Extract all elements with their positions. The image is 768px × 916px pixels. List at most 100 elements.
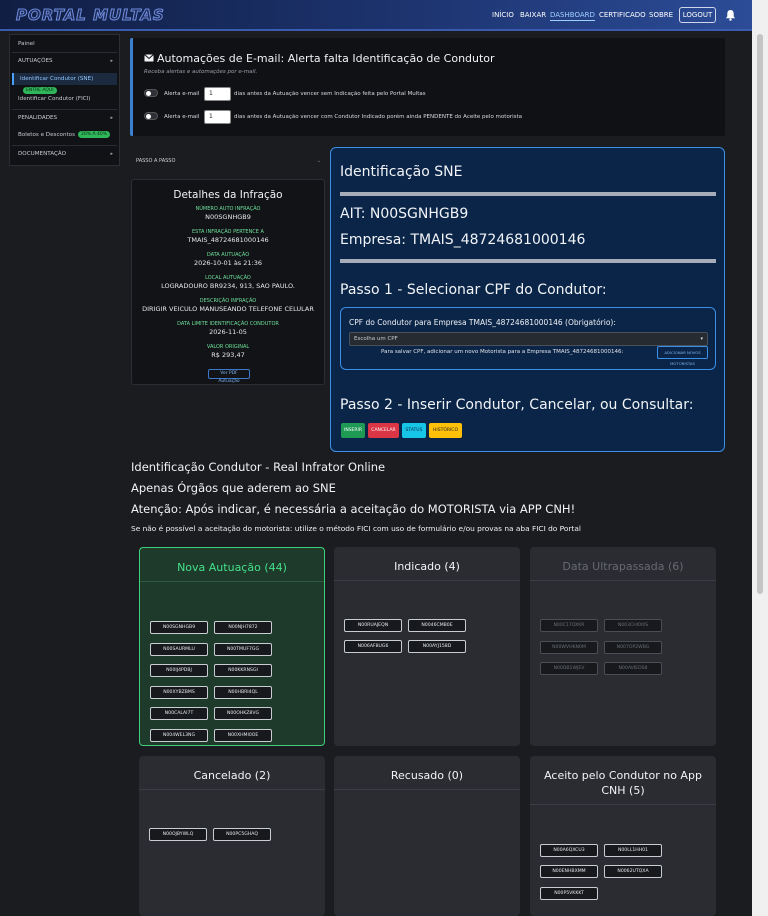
passo-a-passo-accordion[interactable]: PASSO A PASSO ⌄	[131, 153, 325, 169]
ait-chip[interactable]: N003CHI0I0S	[604, 619, 662, 632]
nav-link-dashboard[interactable]: DASHBOARD	[550, 11, 595, 21]
cpf-label: CPF do Condutor para Empresa TMAIS_48724…	[349, 318, 616, 327]
sidebar-item-label: PENALIDADES	[18, 115, 58, 121]
scrollbar-thumb[interactable]	[757, 34, 763, 594]
cancelar-button[interactable]: CANCELAR	[368, 423, 399, 438]
logout-button[interactable]: LOGOUT	[679, 7, 716, 23]
field-value: DIRIGIR VEICULO MANUSEANDO TELEFONE CELU…	[142, 305, 314, 313]
nav-link-certificado[interactable]: CERTIFICADO	[599, 11, 646, 19]
ait-chip[interactable]: N00XYBZBMS	[150, 686, 208, 699]
field-label: VALOR ORIGINAL	[206, 344, 250, 350]
sidebar-item-identificar-sne[interactable]: Identificar Condutor (SNE)ENTRE AQUI	[12, 73, 117, 94]
ait-chip[interactable]: N00XHMI0OE	[214, 729, 272, 742]
card-nova-autuacao[interactable]: Nova Autuação (44) N00SGNHGB9 N00NJH7872…	[139, 547, 325, 746]
card-title: Cancelado (2)	[193, 769, 271, 782]
ait-chip[interactable]: N00HBRI4QL	[214, 686, 272, 699]
ait-chip[interactable]: N00AVIEDS8	[604, 662, 662, 675]
card-indicado[interactable]: Indicado (4) N00RUAJEQN N0046CMB0E N006A…	[334, 547, 520, 746]
ait-chip[interactable]: N007OP2WBG	[604, 641, 662, 654]
ait-chip[interactable]: N00TMUF7GG	[214, 643, 272, 656]
status-button[interactable]: STATUS	[402, 423, 426, 438]
sidebar-item-autuacoes[interactable]: AUTUAÇÕES ▸	[12, 55, 117, 67]
sne-title: Identificação SNE	[340, 164, 463, 180]
field-label: DATA AUTUAÇÃO	[206, 252, 250, 258]
ait-chip[interactable]: N00PC5GHAQ	[213, 828, 271, 841]
ait-chip[interactable]: N00KKRNSGI	[214, 664, 272, 677]
bell-icon[interactable]	[725, 9, 736, 21]
brand-logo[interactable]: PORTAL MULTAS	[16, 6, 165, 25]
field-label: DATA LIMITE IDENTIFICAÇÃO CONDUTOR	[177, 321, 279, 327]
ait-chip[interactable]: N00OHKZ8VG	[214, 707, 272, 720]
ait-chip[interactable]: N00SAURMLU	[150, 643, 208, 656]
ait-chip[interactable]: N00NJH7872	[214, 621, 272, 634]
card-title: Nova Autuação (44)	[177, 561, 287, 574]
sidebar-divider	[12, 145, 117, 146]
ait-chip[interactable]: N00AYJ158D	[408, 640, 466, 653]
sidebar-item-boletos[interactable]: Boletos e Descontos 20% A 40%	[12, 129, 117, 141]
ait-chip[interactable]: N00WVHKN0M	[540, 641, 598, 654]
ait-chip[interactable]: N0062UTQXA	[604, 865, 662, 878]
card-aceito-app-cnh[interactable]: Aceito pelo Condutor no App CNH (5) N00A…	[530, 756, 716, 916]
alert-toggle[interactable]	[144, 112, 158, 120]
ait-chip[interactable]: N00OJBYWLQ	[149, 828, 207, 841]
sidebar-badge: 20% A 40%	[78, 131, 110, 138]
ait-chip[interactable]: N004WEL3NG	[150, 729, 208, 742]
view-pdf-button[interactable]: Ver PDF Autuação	[208, 369, 250, 384]
ait-chip[interactable]: N00P5VKKKT	[540, 887, 598, 900]
add-motoristas-button[interactable]: ADICIONAR NOVOS MOTORISTAS	[657, 346, 708, 366]
card-data-ultrapassada[interactable]: Data Ultrapassada (6) N00C17OXKR N003CHI…	[530, 547, 716, 746]
ait-chip[interactable]: N00ENHBXMM	[540, 865, 598, 878]
ait-chip[interactable]: N00DB1WJEV	[540, 662, 598, 675]
cpf-select[interactable]: Escolha um CPF ▾	[349, 332, 708, 346]
ait-chip[interactable]: N00SGNHGB9	[150, 621, 208, 634]
inserir-button[interactable]: INSERIR	[341, 423, 365, 438]
sidebar-item-painel[interactable]: Painel	[12, 38, 117, 50]
ait-chip[interactable]: N00LL1HH01	[604, 844, 662, 857]
card-cancelado[interactable]: Cancelado (2) N00OJBYWLQ N00PC5GHAQ	[139, 756, 325, 916]
ait-number: AIT: N00SGNHGB9	[340, 206, 469, 222]
alert-label: Alerta e-mail	[164, 91, 200, 97]
nav-link-baixar[interactable]: BAIXAR	[520, 11, 546, 19]
ait-chip[interactable]: N00A6QXCU3	[540, 844, 598, 857]
cpf-select-value: Escolha um CPF	[354, 336, 398, 342]
field-label: NÚMERO AUTO INFRAÇÃO	[195, 206, 261, 212]
page-scrollbar[interactable]	[752, 0, 768, 916]
sidebar-item-identificar-fici[interactable]: Identificar Condutor (FICI)	[12, 93, 117, 105]
ait-chip[interactable]: N00CALAI7T	[150, 707, 208, 720]
alert-days-input[interactable]: 1	[204, 110, 231, 124]
field-value: 2026-11-05	[209, 328, 247, 336]
field-value: 2026-10-01 às 21:36	[193, 259, 262, 267]
sidebar-item-penalidades[interactable]: PENALIDADES ▸	[12, 112, 117, 124]
card-divider	[334, 789, 520, 790]
passo2-heading: Passo 2 - Inserir Condutor, Cancelar, ou…	[340, 397, 694, 413]
caret-down-icon: ▾	[700, 336, 703, 342]
card-divider	[530, 580, 716, 581]
sidebar-item-label: Identificar Condutor (SNE)	[20, 76, 94, 82]
info-atencao: Atenção: Após indicar, é necessária a ac…	[131, 502, 576, 516]
nav-link-inicio[interactable]: INÍCIO	[492, 11, 514, 19]
card-recusado[interactable]: Recusado (0)	[334, 756, 520, 916]
passo1-heading: Passo 1 - Selecionar CPF do Condutor:	[340, 282, 607, 298]
ait-chip[interactable]: N0046CMB0E	[408, 619, 466, 632]
alert-toggle[interactable]	[144, 89, 158, 97]
card-divider	[530, 804, 716, 805]
divider	[340, 192, 716, 196]
ait-chip[interactable]: N00C17OXKR	[540, 619, 598, 632]
field-value: TMAIS_48724681000146	[187, 236, 269, 244]
nav-link-sobre[interactable]: SOBRE	[649, 11, 673, 19]
card-title: Data Ultrapassada (6)	[562, 560, 684, 573]
info-orgaos: Apenas Órgãos que aderem ao SNE	[131, 481, 336, 495]
sidebar-item-label: DOCUMENTAÇÃO	[18, 151, 67, 157]
sidebar-divider	[12, 52, 117, 53]
divider	[340, 259, 716, 263]
field-value: LOGRADOURO BR9234, 913, SAO PAULO.	[161, 282, 295, 290]
ait-chip[interactable]: N00IJ4PDBJ	[150, 664, 208, 677]
sidebar-item-documentacao[interactable]: DOCUMENTAÇÃO ▸	[12, 148, 117, 160]
historico-button[interactable]: HISTÓRICO	[429, 423, 462, 438]
chevron-right-icon: ▸	[110, 58, 113, 64]
ait-chip[interactable]: N00RUAJEQN	[344, 619, 402, 632]
envelope-icon	[144, 54, 154, 62]
ait-chip[interactable]: N006AF8UG6	[344, 640, 402, 653]
cpf-note: Para salvar CPF, adicionar um novo Motor…	[381, 349, 624, 355]
alert-days-input[interactable]: 1	[204, 87, 231, 101]
